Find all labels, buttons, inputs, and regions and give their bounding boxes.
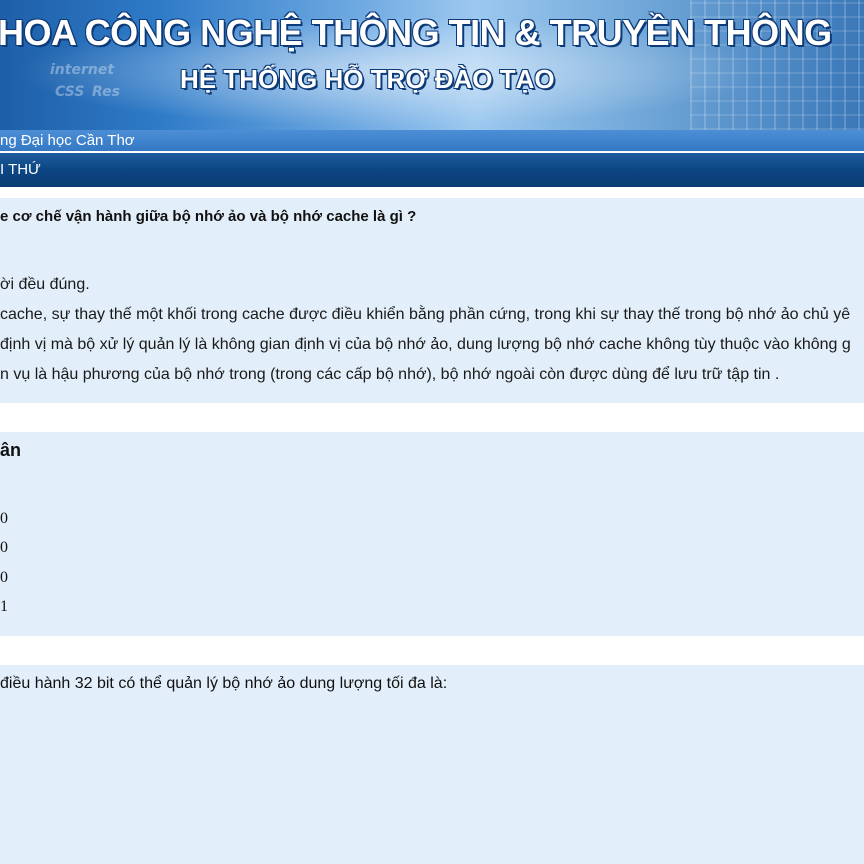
banner-deco-word: Res [92,84,120,100]
banner-title: HOA CÔNG NGHỆ THÔNG TIN & TRUYỀN THÔNG [0,12,832,53]
answer-option[interactable]: định vị mà bộ xử lý quản lý là không gia… [0,336,851,354]
answer-option[interactable]: 0 [0,569,8,587]
answer-option[interactable]: 0 [0,510,8,528]
nav-title: I THỨ [0,161,41,178]
answer-option[interactable]: cache, sự thay thế một khối trong cache … [0,306,850,324]
question-heading: ân [0,440,22,460]
answer-option[interactable]: ời đều đúng. [0,276,90,294]
answer-option[interactable]: 0 [0,539,8,557]
banner-deco-word: CSS [55,84,85,100]
question-panel-1: e cơ chế vận hành giữa bộ nhớ ảo và bộ n… [0,198,864,403]
university-name: ng Đại học Cần Thơ [0,132,135,149]
university-bar: ng Đại học Cần Thơ [0,130,864,151]
question-text: điều hành 32 bit có thể quản lý bộ nhớ ả… [0,675,448,692]
header-banner: internet CSS Res HOA CÔNG NGHỆ THÔNG TIN… [0,0,864,130]
banner-subtitle: HỆ THỐNG HỖ TRỢ ĐÀO TẠO [180,64,555,94]
question-panel-2: ân 0 0 0 1 [0,432,864,636]
answer-option[interactable]: n vụ là hậu phương của bộ nhớ trong (tro… [0,366,779,384]
nav-bar: I THỨ [0,153,864,187]
answer-option[interactable]: 1 [0,598,8,616]
question-text: e cơ chế vận hành giữa bộ nhớ ảo và bộ n… [0,208,417,225]
banner-deco-word: internet [50,62,115,78]
question-panel-3: điều hành 32 bit có thể quản lý bộ nhớ ả… [0,665,864,864]
